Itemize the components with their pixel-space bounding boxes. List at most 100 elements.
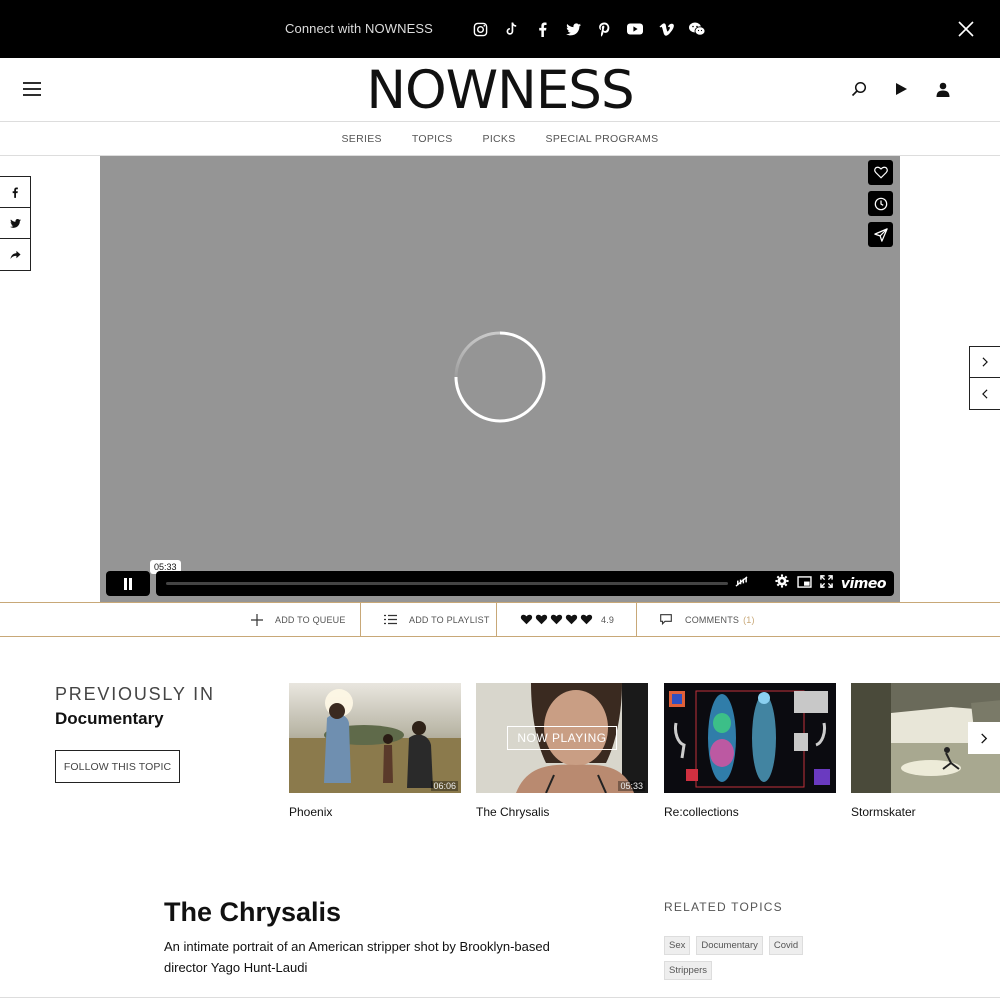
chevron-left-icon	[982, 388, 988, 399]
video-player[interactable]: 05:33 vimeo	[100, 156, 900, 602]
heart-icon	[580, 614, 593, 625]
topic-tag[interactable]: Covid	[768, 936, 804, 955]
rating-value: 4.9	[601, 614, 615, 625]
volume-muted-icon[interactable]	[734, 575, 749, 593]
heart-icon	[565, 614, 578, 625]
facebook-icon	[12, 187, 18, 198]
share-rail	[0, 176, 31, 271]
paper-plane-icon	[873, 227, 888, 242]
comment-icon	[660, 614, 672, 625]
next-video-button[interactable]	[970, 347, 1000, 378]
twitter-icon	[9, 218, 21, 228]
heart-icon	[520, 614, 533, 625]
main-nav: SERIES TOPICS PICKS SPECIAL PROGRAMS	[0, 122, 1000, 156]
site-header: NOWNESS	[0, 58, 1000, 122]
twitter-icon[interactable]	[563, 19, 583, 39]
rating[interactable]: 4.9	[520, 603, 614, 636]
facebook-icon[interactable]	[532, 19, 552, 39]
nav-item-topics[interactable]: TOPICS	[397, 133, 468, 145]
tiktok-icon[interactable]	[501, 19, 521, 39]
vimeo-icon[interactable]	[656, 19, 676, 39]
vimeo-logo[interactable]: vimeo	[841, 576, 887, 592]
video-title[interactable]: The Chrysalis	[476, 805, 648, 819]
video-thumbnail[interactable]	[664, 683, 836, 793]
pause-icon	[124, 577, 132, 590]
share-arrow-icon	[9, 250, 21, 259]
article-title: The Chrysalis	[164, 897, 342, 927]
video-action-bar: ADD TO QUEUE ADD TO PLAYLIST 4.9 COMMENT…	[0, 602, 1000, 637]
clock-icon	[874, 197, 887, 210]
video-duration: 06:06	[431, 781, 458, 791]
previously-in-label: PREVIOUSLY IN	[55, 684, 215, 704]
fullscreen-icon[interactable]	[820, 574, 833, 593]
related-topics: Sex Documentary Covid Strippers	[664, 936, 824, 980]
pinterest-icon[interactable]	[594, 19, 614, 39]
topic-tag[interactable]: Documentary	[696, 936, 763, 955]
add-to-playlist-button[interactable]: ADD TO PLAYLIST	[384, 603, 490, 636]
add-to-queue-label: ADD TO QUEUE	[275, 614, 346, 625]
youtube-icon[interactable]	[625, 19, 645, 39]
video-side-actions	[868, 160, 893, 247]
carousel-next-button[interactable]	[968, 722, 1000, 754]
list-icon	[384, 614, 397, 625]
player-controls: vimeo	[106, 571, 894, 596]
now-playing-badge: NOW PLAYING	[507, 726, 617, 750]
user-icon[interactable]	[932, 78, 954, 100]
share-facebook-button[interactable]	[0, 177, 30, 208]
video-side-nav	[969, 346, 1000, 410]
related-topics-label: RELATED TOPICS	[664, 900, 783, 914]
picture-in-picture-icon[interactable]	[797, 575, 812, 593]
nav-item-special-programs[interactable]: SPECIAL PROGRAMS	[531, 133, 674, 145]
like-button[interactable]	[868, 160, 893, 185]
comments-button[interactable]: COMMENTS (1)	[660, 603, 755, 636]
video-thumbnail[interactable]: NOW PLAYING 05:33	[476, 683, 648, 793]
nav-item-series[interactable]: SERIES	[327, 133, 397, 145]
add-to-playlist-label: ADD TO PLAYLIST	[409, 614, 490, 625]
settings-gear-icon[interactable]	[775, 574, 789, 593]
send-button[interactable]	[868, 222, 893, 247]
video-title[interactable]: Stormskater	[851, 805, 1000, 819]
chevron-right-icon	[981, 732, 988, 744]
heart-icon	[535, 614, 548, 625]
video-duration: 05:33	[618, 781, 645, 791]
previous-video-button[interactable]	[970, 378, 1000, 409]
social-links	[470, 19, 707, 39]
watch-later-button[interactable]	[868, 191, 893, 216]
comments-count: (1)	[743, 614, 755, 625]
share-twitter-button[interactable]	[0, 208, 30, 239]
control-icons: vimeo	[734, 571, 887, 596]
promo-bar: Connect with NOWNESS	[0, 0, 1000, 58]
video-card[interactable]: Re:collections	[664, 683, 836, 819]
instagram-icon[interactable]	[470, 19, 490, 39]
heart-icon	[873, 166, 888, 179]
play-icon[interactable]	[890, 78, 912, 100]
close-icon[interactable]	[955, 18, 977, 40]
video-card-now-playing[interactable]: NOW PLAYING 05:33 The Chrysalis	[476, 683, 648, 819]
topic-tag[interactable]: Strippers	[664, 961, 713, 980]
heart-icon	[550, 614, 563, 625]
divider	[0, 997, 1000, 998]
divider	[496, 603, 497, 636]
comments-label: COMMENTS	[685, 614, 740, 625]
video-title[interactable]: Re:collections	[664, 805, 836, 819]
nav-item-picks[interactable]: PICKS	[468, 133, 531, 145]
wechat-icon[interactable]	[687, 19, 707, 39]
divider	[636, 603, 637, 636]
control-bar: vimeo	[156, 571, 894, 596]
video-title[interactable]: Phoenix	[289, 805, 461, 819]
pause-button[interactable]	[106, 571, 150, 596]
progress-bar[interactable]	[166, 582, 728, 585]
video-card[interactable]: 06:06 Phoenix	[289, 683, 461, 819]
connect-text: Connect with NOWNESS	[285, 21, 433, 36]
search-icon[interactable]	[848, 78, 870, 100]
video-thumbnail[interactable]: 06:06	[289, 683, 461, 793]
rating-hearts	[520, 614, 593, 625]
topic-tag[interactable]: Sex	[664, 936, 691, 955]
add-to-queue-button[interactable]: ADD TO QUEUE	[251, 603, 346, 636]
loading-spinner-icon	[454, 331, 546, 423]
share-button[interactable]	[0, 239, 30, 270]
plus-icon	[251, 613, 263, 626]
divider	[360, 603, 361, 636]
follow-topic-button[interactable]: FOLLOW THIS TOPIC	[55, 750, 180, 783]
topic-name[interactable]: Documentary	[55, 709, 164, 729]
